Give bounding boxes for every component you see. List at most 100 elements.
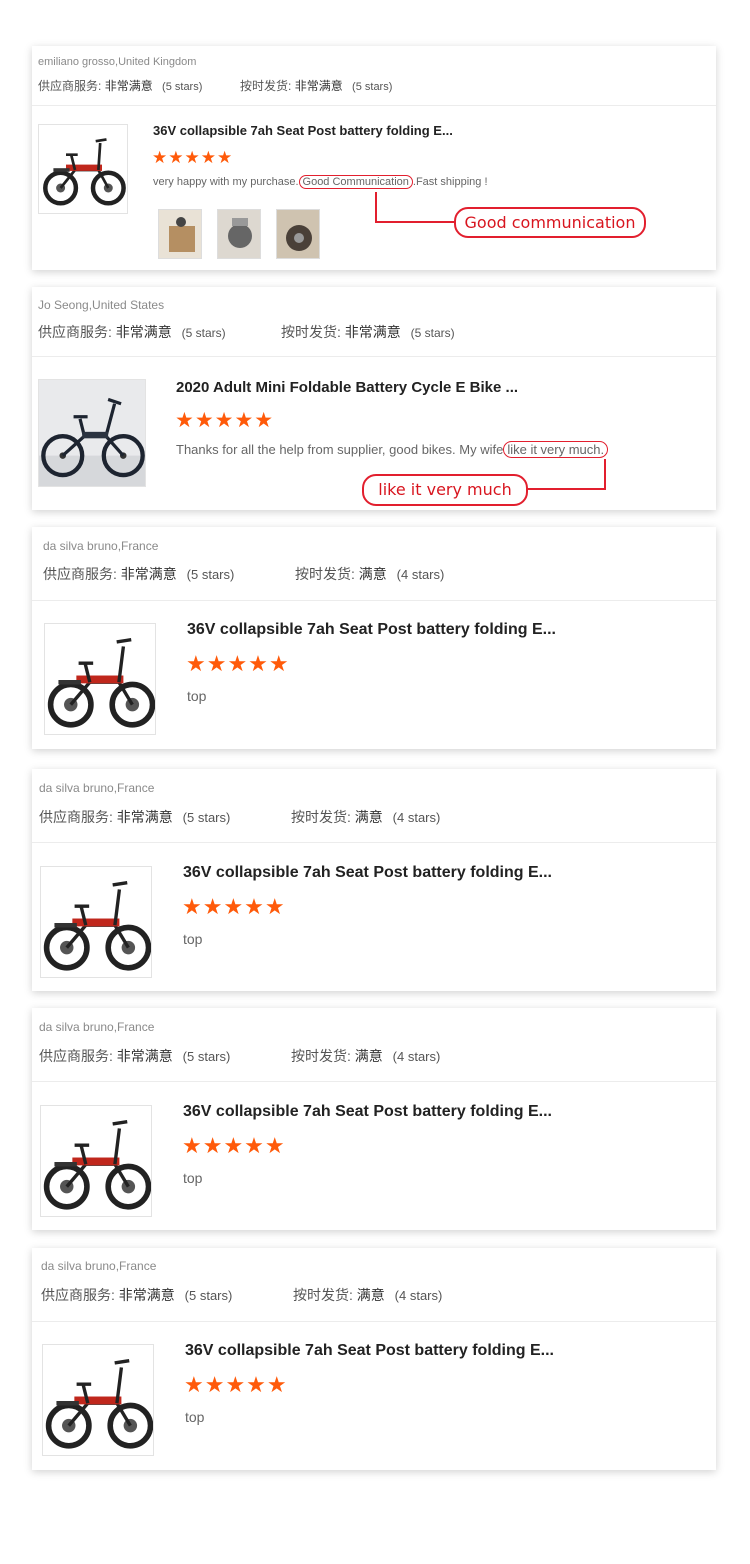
- ontime-delivery-stars: (5 stars): [410, 326, 455, 340]
- photo-thumbnail-icon: [277, 210, 319, 258]
- rating-stars: ★★★★★: [184, 1372, 288, 1397]
- reviewer-name: Jo Seong,United States: [38, 298, 165, 312]
- product-image[interactable]: [38, 124, 128, 214]
- service-ratings: 供应商服务: 非常满意 (5 stars) 按时发货: 满意 (4 stars): [39, 1046, 440, 1066]
- ontime-delivery-stars: (4 stars): [396, 567, 445, 582]
- ontime-delivery-label: 按时发货:: [291, 1048, 351, 1064]
- review-header: emiliano grosso,United Kingdom 供应商服务: 非常…: [32, 46, 716, 106]
- review-photo[interactable]: [217, 209, 261, 259]
- product-title[interactable]: 36V collapsible 7ah Seat Post battery fo…: [153, 123, 453, 138]
- review-comment: very happy with my purchase. Good Communi…: [153, 175, 488, 189]
- comment-highlight: like it very much.: [503, 441, 609, 458]
- supplier-service-value: 非常满意: [118, 1287, 175, 1303]
- comment-highlight: Good Communication: [298, 175, 413, 189]
- foldable-ebike-icon: [39, 397, 145, 486]
- supplier-service-label: 供应商服务:: [38, 324, 112, 340]
- product-image[interactable]: [42, 1344, 154, 1456]
- supplier-service-value: 非常满意: [116, 809, 173, 825]
- folding-ebike-icon: [47, 638, 155, 728]
- supplier-service-stars: (5 stars): [182, 810, 231, 825]
- service-ratings: 供应商服务: 非常满意 (5 stars) 按时发货: 满意 (4 stars): [39, 807, 440, 827]
- supplier-service-value: 非常满意: [104, 79, 153, 93]
- service-ratings: 供应商服务: 非常满意 (5 stars) 按时发货: 满意 (4 stars): [41, 1285, 442, 1305]
- supplier-service-label: 供应商服务:: [38, 79, 102, 93]
- supplier-service-stars: (5 stars): [181, 326, 226, 340]
- ontime-delivery-value: 满意: [354, 809, 383, 825]
- photo-thumbnail-icon: [218, 210, 260, 258]
- folding-ebike-icon: [43, 881, 151, 971]
- product-title[interactable]: 36V collapsible 7ah Seat Post battery fo…: [183, 1103, 552, 1121]
- supplier-service-stars: (5 stars): [182, 1049, 231, 1064]
- reviewer-name: da silva bruno,France: [39, 781, 155, 795]
- ontime-delivery-label: 按时发货:: [240, 79, 292, 93]
- reviewer-name: da silva bruno,France: [43, 539, 159, 553]
- ontime-delivery-value: 非常满意: [294, 79, 343, 93]
- ontime-delivery-stars: (4 stars): [394, 1288, 443, 1303]
- product-image[interactable]: [40, 866, 152, 978]
- product-image[interactable]: [44, 623, 156, 735]
- reviewer-name: emiliano grosso,United Kingdom: [38, 56, 197, 68]
- product-image[interactable]: [40, 1105, 152, 1217]
- ontime-delivery-label: 按时发货:: [281, 324, 341, 340]
- supplier-service-label: 供应商服务:: [43, 566, 117, 582]
- review-photo[interactable]: [276, 209, 320, 259]
- product-image[interactable]: [38, 379, 146, 487]
- supplier-service-stars: (5 stars): [162, 81, 203, 93]
- supplier-service-label: 供应商服务:: [39, 809, 113, 825]
- ontime-delivery-value: 满意: [356, 1287, 385, 1303]
- ontime-delivery-value: 满意: [354, 1048, 383, 1064]
- review-card: emiliano grosso,United Kingdom 供应商服务: 非常…: [32, 46, 716, 270]
- supplier-service-stars: (5 stars): [186, 567, 235, 582]
- review-card: da silva bruno,France 供应商服务: 非常满意 (5 sta…: [32, 1248, 716, 1470]
- reviewer-name: da silva bruno,France: [39, 1020, 155, 1034]
- product-title[interactable]: 36V collapsible 7ah Seat Post battery fo…: [183, 864, 552, 882]
- review-card: da silva bruno,France 供应商服务: 非常满意 (5 sta…: [32, 1008, 716, 1230]
- ontime-delivery-label: 按时发货:: [291, 809, 351, 825]
- supplier-service-value: 非常满意: [120, 566, 177, 582]
- review-comment: top: [187, 688, 207, 704]
- review-comment: top: [183, 1170, 203, 1186]
- rating-stars: ★★★★★: [152, 148, 234, 167]
- highlight-callout: Good communication: [454, 207, 646, 238]
- review-card: da silva bruno,France 供应商服务: 非常满意 (5 sta…: [32, 769, 716, 991]
- ontime-delivery-value: 非常满意: [344, 324, 401, 340]
- folding-ebike-icon: [45, 1359, 153, 1449]
- product-title[interactable]: 36V collapsible 7ah Seat Post battery fo…: [185, 1342, 554, 1360]
- review-comment: top: [183, 931, 203, 947]
- callout-connector: [375, 221, 455, 223]
- review-header: da silva bruno,France 供应商服务: 非常满意 (5 sta…: [32, 769, 716, 843]
- supplier-service-stars: (5 stars): [184, 1288, 233, 1303]
- supplier-service-label: 供应商服务:: [39, 1048, 113, 1064]
- highlight-callout: like it very much: [362, 474, 528, 506]
- ontime-delivery-stars: (4 stars): [392, 810, 441, 825]
- rating-stars: ★★★★★: [175, 409, 275, 432]
- ontime-delivery-label: 按时发货:: [295, 566, 355, 582]
- rating-stars: ★★★★★: [186, 651, 290, 676]
- ontime-delivery-stars: (5 stars): [352, 81, 393, 93]
- review-card: Jo Seong,United States 供应商服务: 非常满意 (5 st…: [32, 287, 716, 510]
- comment-text: Thanks for all the help from supplier, g…: [176, 442, 504, 457]
- review-comment: top: [185, 1409, 205, 1425]
- comment-text-end: .Fast shipping !: [412, 176, 488, 188]
- review-header: Jo Seong,United States 供应商服务: 非常满意 (5 st…: [32, 287, 716, 357]
- service-ratings: 供应商服务: 非常满意 (5 stars) 按时发货: 非常满意 (5 star…: [38, 322, 455, 342]
- folding-ebike-icon: [43, 138, 126, 206]
- ontime-delivery-value: 满意: [358, 566, 387, 582]
- rating-stars: ★★★★★: [182, 894, 286, 919]
- callout-connector: [526, 488, 606, 490]
- photo-thumbnail-icon: [159, 210, 201, 258]
- product-title[interactable]: 2020 Adult Mini Foldable Battery Cycle E…: [176, 379, 518, 396]
- review-header: da silva bruno,France 供应商服务: 非常满意 (5 sta…: [32, 1248, 716, 1322]
- service-ratings: 供应商服务: 非常满意 (5 stars) 按时发货: 满意 (4 stars): [43, 564, 444, 584]
- review-header: da silva bruno,France 供应商服务: 非常满意 (5 sta…: [32, 527, 716, 601]
- review-header: da silva bruno,France 供应商服务: 非常满意 (5 sta…: [32, 1008, 716, 1082]
- service-ratings: 供应商服务: 非常满意 (5 stars) 按时发货: 非常满意 (5 star…: [38, 77, 392, 94]
- product-title[interactable]: 36V collapsible 7ah Seat Post battery fo…: [187, 621, 556, 639]
- review-comment: Thanks for all the help from supplier, g…: [176, 441, 609, 458]
- supplier-service-value: 非常满意: [116, 1048, 173, 1064]
- ontime-delivery-stars: (4 stars): [392, 1049, 441, 1064]
- ontime-delivery-label: 按时发货:: [293, 1287, 353, 1303]
- supplier-service-label: 供应商服务:: [41, 1287, 115, 1303]
- supplier-service-value: 非常满意: [115, 324, 172, 340]
- review-photo[interactable]: [158, 209, 202, 259]
